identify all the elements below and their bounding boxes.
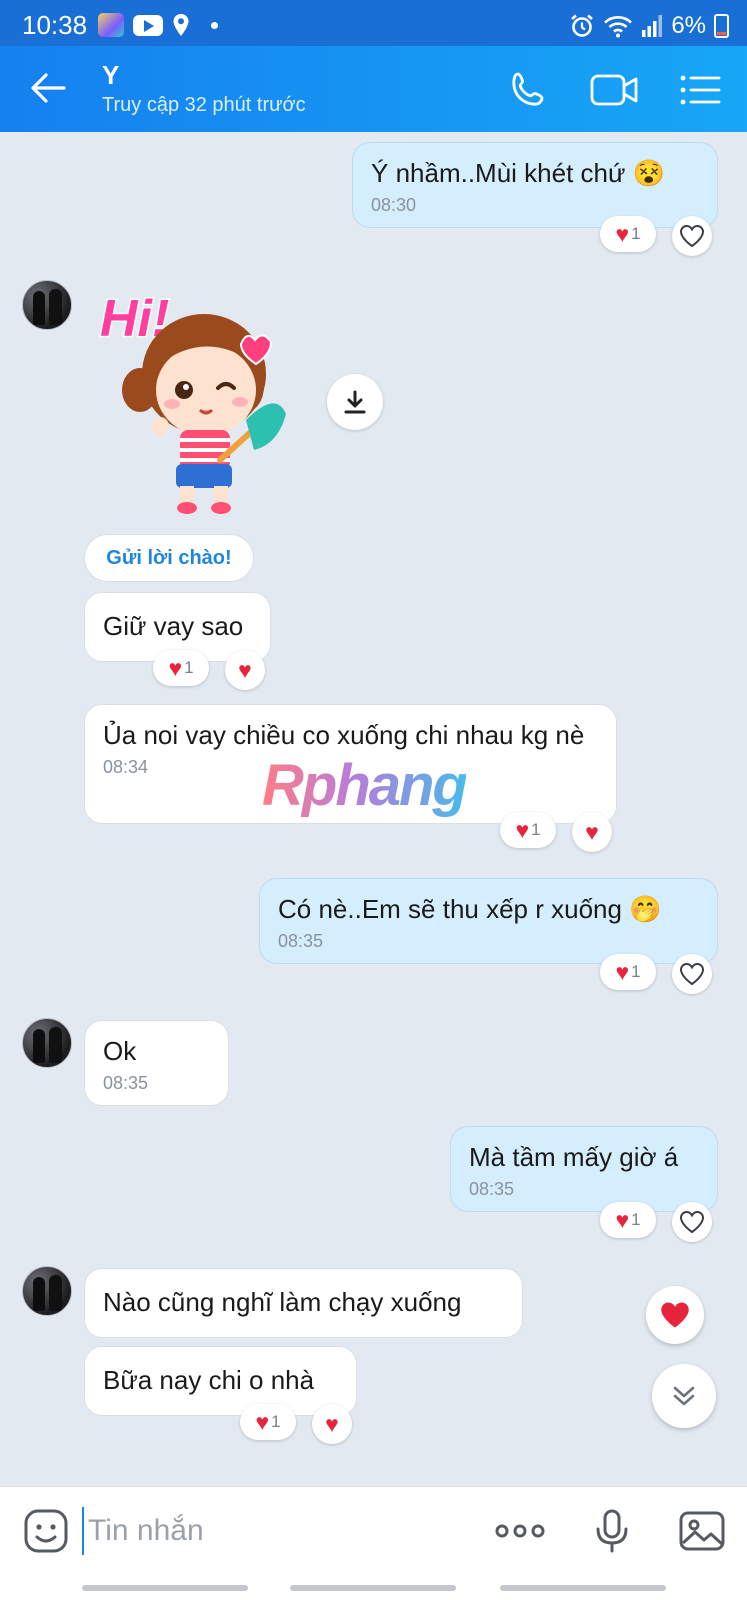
add-reaction-button[interactable]: [672, 216, 712, 256]
message-text: Mà tầm mấy giờ á: [469, 1142, 679, 1172]
watermark: Rphang: [262, 753, 468, 818]
more-notifications-dot-icon: [211, 21, 218, 29]
contact-last-seen: Truy cập 32 phút trước: [102, 94, 306, 116]
gesture-bar: [500, 1585, 666, 1591]
message-text: Giữ vay sao: [103, 611, 244, 641]
message-text: Nào cũng nghĩ làm chạy xuống: [103, 1287, 462, 1317]
wifi-icon: [604, 16, 633, 38]
heart-icon: ♥: [255, 1408, 270, 1435]
add-reaction-button[interactable]: ♥: [572, 812, 612, 852]
scroll-down-icon: [673, 1386, 695, 1406]
reaction-count[interactable]: ♥ 1: [240, 1404, 296, 1440]
reaction-count[interactable]: ♥ 1: [600, 216, 656, 252]
heart-outline-icon: [679, 1210, 705, 1234]
phone-icon[interactable]: [506, 68, 550, 112]
gallery-icon[interactable]: [678, 1507, 726, 1555]
contact-avatar[interactable]: [22, 280, 72, 330]
chat-header: Y Truy cập 32 phút trước: [0, 46, 747, 132]
message-list[interactable]: Ý nhầm..Mùi khét chứ 😵 08:30 ♥ 1 Hi! Gửi …: [0, 132, 747, 1486]
message-time: 08:35: [278, 931, 324, 951]
battery-percent: 6%: [671, 12, 706, 39]
contact-avatar[interactable]: [22, 1018, 72, 1068]
scroll-to-bottom-button[interactable]: [652, 1364, 716, 1428]
heart-icon: [661, 1302, 689, 1328]
notification-icons: [98, 13, 218, 37]
gesture-bar: [290, 1585, 456, 1591]
gesture-bar: [82, 1585, 248, 1591]
heart-icon: ♥: [238, 656, 252, 683]
microphone-icon[interactable]: [588, 1507, 636, 1555]
message-time: 08:35: [103, 1073, 149, 1093]
contact-avatar[interactable]: [22, 1266, 72, 1316]
download-button[interactable]: [327, 374, 383, 430]
reaction-count[interactable]: ♥ 1: [600, 1202, 656, 1238]
quick-heart-button[interactable]: [646, 1286, 704, 1344]
message-text: Có nè..Em sẽ thu xếp r xuống 🤭: [278, 894, 662, 924]
sticker-image[interactable]: Hi!: [96, 280, 291, 518]
status-bar: 10:38 6%: [0, 0, 747, 46]
status-time: 10:38: [22, 10, 88, 40]
location-pin-icon: [173, 14, 189, 36]
reaction-count[interactable]: ♥ 1: [600, 954, 656, 990]
reaction-count[interactable]: ♥ 1: [500, 812, 556, 848]
heart-icon: ♥: [515, 816, 530, 843]
add-reaction-button[interactable]: ♥: [312, 1404, 352, 1444]
heart-icon: ♥: [615, 1206, 630, 1233]
add-reaction-button[interactable]: [672, 954, 712, 994]
incoming-message[interactable]: Nào cũng nghĩ làm chạy xuống: [84, 1268, 523, 1338]
signal-icon: [642, 15, 663, 37]
heart-icon: ♥: [615, 220, 630, 247]
add-reaction-button[interactable]: [672, 1202, 712, 1242]
video-call-icon[interactable]: [590, 68, 640, 112]
contact-name[interactable]: Y: [102, 60, 119, 91]
system-icons: 6%: [569, 12, 729, 40]
message-input[interactable]: [82, 1507, 462, 1555]
message-input-bar: [0, 1486, 747, 1600]
message-text: Bữa nay chi o nhà: [103, 1365, 315, 1395]
download-icon: [344, 390, 366, 414]
heart-icon: ♥: [168, 654, 183, 681]
alarm-icon: [571, 14, 594, 37]
heart-icon: ♥: [585, 818, 599, 845]
heart-outline-icon: [679, 224, 705, 248]
heart-icon: ♥: [325, 1410, 339, 1437]
send-greeting-button[interactable]: Gửi lời chào!: [84, 534, 254, 582]
message-text: Ok: [103, 1036, 137, 1066]
gallery-app-notification-icon: [98, 13, 124, 37]
battery-icon: [714, 14, 729, 38]
message-text: Ý nhầm..Mùi khét chứ 😵: [371, 158, 665, 188]
reaction-count[interactable]: ♥ 1: [153, 650, 209, 686]
message-time: 08:35: [469, 1179, 515, 1199]
heart-outline-icon: [679, 962, 705, 986]
heart-icon: ♥: [615, 958, 630, 985]
incoming-message[interactable]: Ok 08:35: [84, 1020, 229, 1106]
outgoing-message[interactable]: Mà tầm mấy giờ á 08:35: [450, 1126, 718, 1212]
emoji-icon[interactable]: [22, 1507, 70, 1555]
incoming-message[interactable]: Bữa nay chi o nhà: [84, 1346, 357, 1416]
youtube-notification-icon: [133, 14, 163, 36]
menu-list-icon[interactable]: [678, 68, 722, 112]
message-time: 08:30: [371, 195, 417, 215]
more-icon[interactable]: [494, 1507, 546, 1555]
message-text: Ủa noi vay chiều co xuống chi nhau kg nè: [103, 720, 585, 750]
outgoing-message[interactable]: Ý nhầm..Mùi khét chứ 😵 08:30: [352, 142, 718, 228]
add-reaction-button[interactable]: ♥: [225, 650, 265, 690]
back-arrow-icon[interactable]: [28, 70, 68, 106]
outgoing-message[interactable]: Có nè..Em sẽ thu xếp r xuống 🤭 08:35: [259, 878, 718, 964]
